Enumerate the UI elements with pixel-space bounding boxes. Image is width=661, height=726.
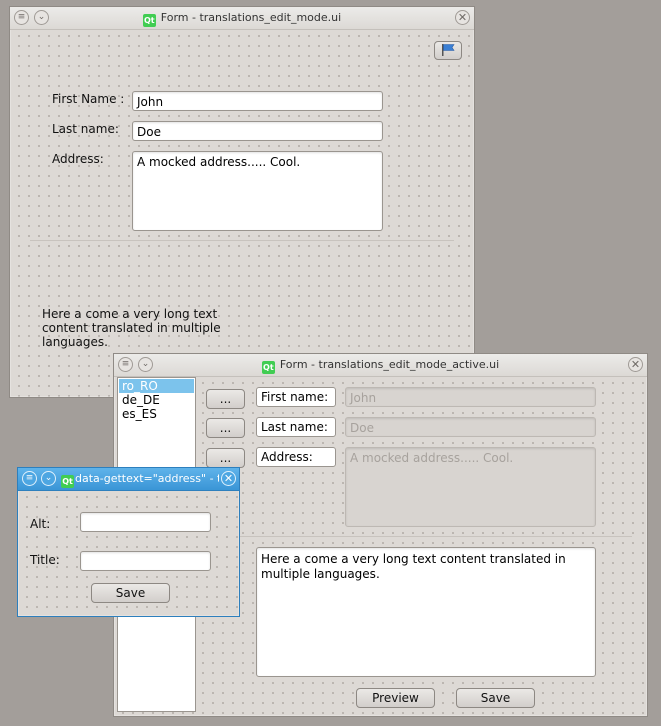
edit-last-name-button[interactable]: ... <box>206 418 245 438</box>
preview-button[interactable]: Preview <box>356 688 435 708</box>
locale-item-de-de[interactable]: de_DE <box>119 393 194 407</box>
alt-input[interactable] <box>80 512 211 532</box>
dialog-title: Qtdata-gettext="address" - tr... <box>61 472 219 488</box>
qt-logo-icon: Qt <box>61 475 74 488</box>
minimize-icon[interactable]: ⌄ <box>41 471 56 486</box>
qt-logo-icon: Qt <box>261 361 275 374</box>
attribute-dialog: ≡ ⌄ Qtdata-gettext="address" - tr... ✕ A… <box>17 467 240 617</box>
form-window-edit-mode: ≡ ⌄ Qt Form - translations_edit_mode.ui ✕… <box>9 6 475 398</box>
long-text-textarea[interactable]: Here a come a very long text content tra… <box>256 547 596 677</box>
flag-icon <box>442 44 455 56</box>
last-name-label: Last name: <box>256 417 336 437</box>
long-text-label: Here a come a very long text content tra… <box>42 307 221 349</box>
save-button[interactable]: Save <box>456 688 535 708</box>
dialog-titlebar[interactable]: ≡ ⌄ Qtdata-gettext="address" - tr... ✕ <box>18 468 239 491</box>
window-title: Qt Form - translations_edit_mode.ui <box>142 11 342 27</box>
dialog-save-button[interactable]: Save <box>91 583 170 603</box>
window-titlebar[interactable]: ≡ ⌄ Qt Form - translations_edit_mode_acti… <box>114 354 647 377</box>
last-name-input[interactable]: Doe <box>132 121 383 141</box>
qt-logo-icon: Qt <box>142 14 156 27</box>
address-label: Address: <box>256 447 336 467</box>
address-textarea[interactable]: A mocked address..... Cool. <box>132 151 383 231</box>
first-name-label: First name: <box>256 387 336 407</box>
divider <box>30 240 454 241</box>
edit-first-name-button[interactable]: ... <box>206 389 245 409</box>
window-menu-icon[interactable]: ≡ <box>22 471 37 486</box>
title-input[interactable] <box>80 551 211 571</box>
close-icon[interactable]: ✕ <box>628 357 643 372</box>
locale-item-es-es[interactable]: es_ES <box>119 407 194 421</box>
title-label: Title: <box>30 553 60 567</box>
last-name-input: Doe <box>345 417 596 437</box>
window-titlebar[interactable]: ≡ ⌄ Qt Form - translations_edit_mode.ui ✕ <box>10 7 474 30</box>
alt-label: Alt: <box>30 517 51 531</box>
edit-address-button[interactable]: ... <box>206 448 245 468</box>
locale-item-ro-ro[interactable]: ro_RO <box>119 379 194 393</box>
first-name-label: First Name : <box>52 92 125 106</box>
address-textarea: A mocked address..... Cool. <box>345 447 596 527</box>
last-name-label: Last name: <box>52 122 119 136</box>
first-name-input: John <box>345 387 596 407</box>
close-icon[interactable]: ✕ <box>221 471 236 486</box>
language-flag-button[interactable] <box>434 41 462 60</box>
first-name-input[interactable]: John <box>132 91 383 111</box>
close-icon[interactable]: ✕ <box>455 10 470 25</box>
window-title: Qt Form - translations_edit_mode_active.u… <box>261 358 500 374</box>
address-label: Address: <box>52 152 104 166</box>
divider <box>206 536 632 537</box>
